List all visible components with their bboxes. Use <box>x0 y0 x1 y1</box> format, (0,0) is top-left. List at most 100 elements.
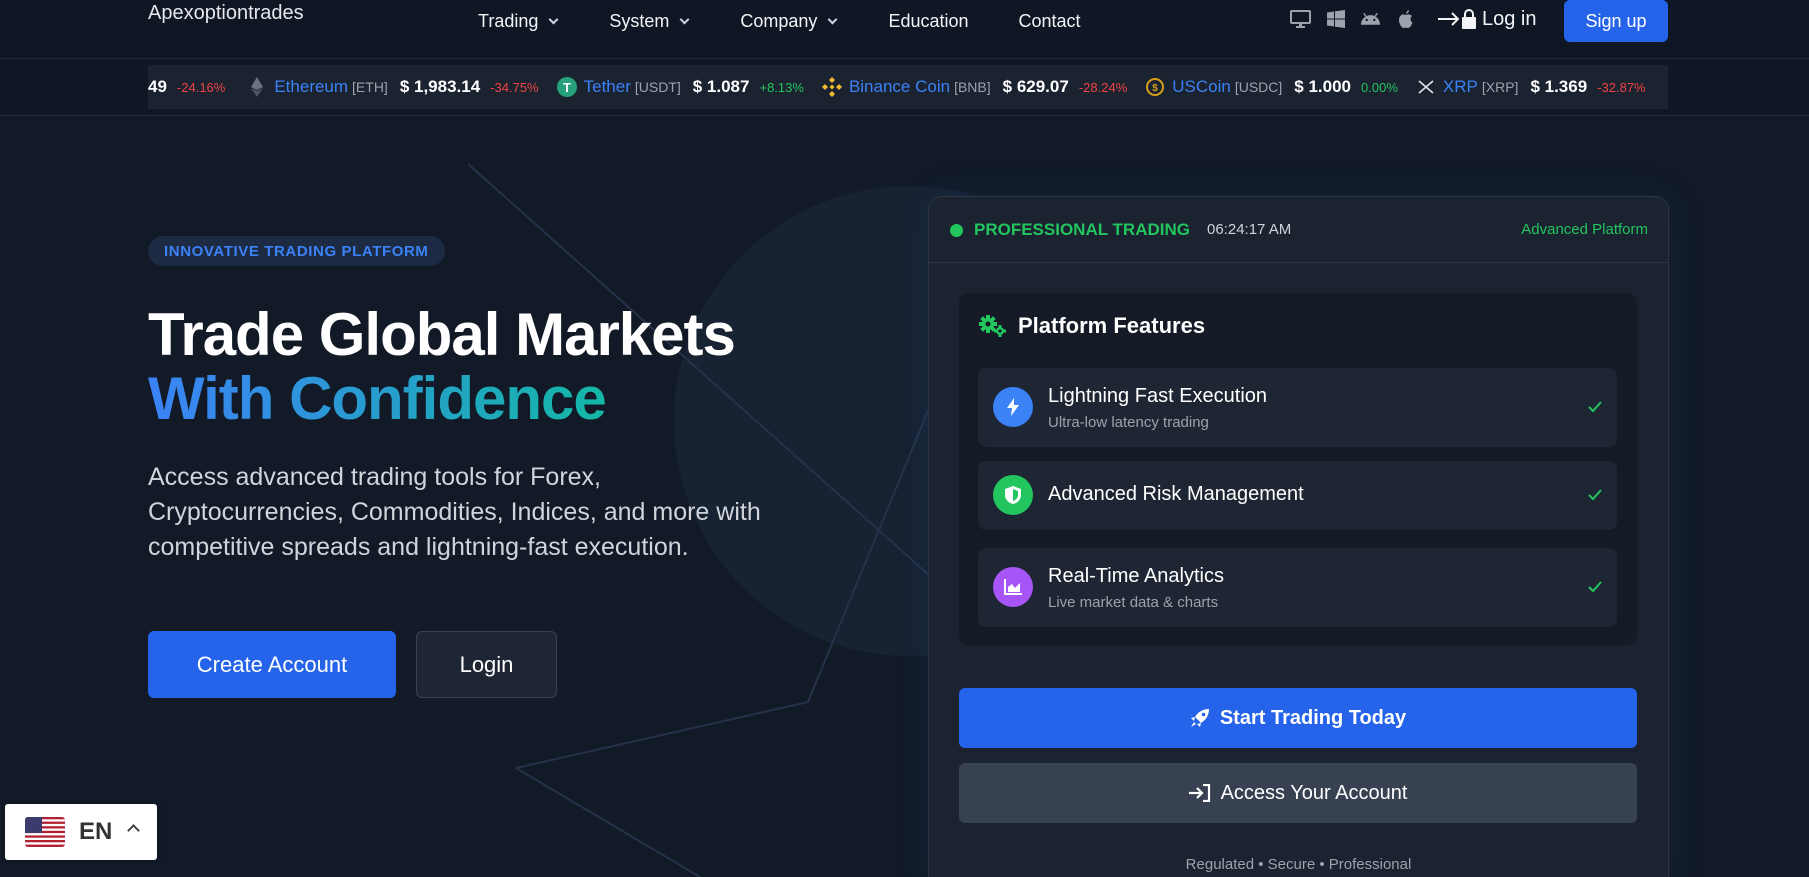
nav-education[interactable]: Education <box>888 10 968 32</box>
ticker-item[interactable]: $ USCoin [USDC] $ 1.000 0.00% <box>1145 77 1398 97</box>
ticker-item[interactable]: T Tether [USDT] $ 1.087 +8.13% <box>556 77 804 97</box>
desktop-icon[interactable] <box>1290 9 1311 29</box>
access-account-label: Access Your Account <box>1220 781 1408 804</box>
feature-subtitle: Live market data & charts <box>1048 594 1219 611</box>
sign-in-icon <box>1438 9 1476 29</box>
nav-education-label: Education <box>888 10 969 31</box>
android-icon[interactable] <box>1360 9 1381 29</box>
access-account-button[interactable]: Access Your Account <box>959 763 1637 823</box>
feature-item: Advanced Risk Management <box>978 461 1617 530</box>
ticker-name: Tether <box>583 77 631 96</box>
ticker-name: XRP <box>1442 77 1478 96</box>
status-dot <box>950 224 963 237</box>
chevron-down-icon <box>679 14 690 24</box>
ticker-symbol: [ETH] <box>352 79 388 95</box>
ticker-item[interactable]: Binance Coin [BNB] $ 629.07 -28.24% <box>821 77 1128 97</box>
ethereum-icon <box>247 77 267 97</box>
lightning-icon <box>993 387 1033 427</box>
ticker-change: +8.13% <box>759 79 804 95</box>
language-selector[interactable]: EN <box>5 804 157 860</box>
ticker-item[interactable]: 49 -24.16% <box>148 77 225 97</box>
binance-icon <box>821 77 842 97</box>
nav-company[interactable]: Company <box>740 10 838 32</box>
ticker-name: USCoin <box>1172 77 1231 96</box>
features-title: Platform Features <box>1018 313 1206 338</box>
clock-time: 06:24:17 AM <box>1207 221 1292 238</box>
chevron-down-icon <box>548 14 559 24</box>
shield-icon <box>993 475 1033 515</box>
rocket-icon <box>1190 709 1209 727</box>
ticker-price: $ 1.000 <box>1294 77 1352 96</box>
ticker-price: $ 629.07 <box>1002 77 1069 96</box>
feature-item: Lightning Fast Execution Ultra-low laten… <box>978 368 1617 447</box>
feature-title: Lightning Fast Execution <box>1048 385 1268 407</box>
svg-text:$: $ <box>1152 83 1158 94</box>
start-trading-button[interactable]: Start Trading Today <box>959 688 1637 748</box>
card-header: PROFESSIONAL TRADING 06:24:17 AM Advance… <box>929 197 1668 263</box>
ticker-symbol: [XRP] <box>1481 79 1519 95</box>
login-button[interactable]: Login <box>416 631 557 698</box>
ticker-change: 0.00% <box>1361 79 1398 95</box>
apple-icon[interactable] <box>1395 9 1416 29</box>
nav-system[interactable]: System <box>609 10 690 32</box>
features-heading: Platform Features <box>978 313 1205 339</box>
top-header: Apexoptiontrades Trading System Company … <box>0 0 1809 59</box>
nav-company-label: Company <box>740 10 818 31</box>
windows-icon[interactable] <box>1325 9 1346 29</box>
nav-system-label: System <box>609 10 670 31</box>
ticker-item[interactable]: XRP [XRP] $ 1.369 -32.87% <box>1416 77 1646 97</box>
platform-icons <box>1290 9 1416 29</box>
nav-contact[interactable]: Contact <box>1019 10 1081 32</box>
usdc-icon: $ <box>1145 77 1165 97</box>
sign-in-icon <box>1188 784 1210 802</box>
ticker-change: -34.75% <box>490 79 539 95</box>
tether-icon: T <box>556 77 577 97</box>
feature-title: Real-Time Analytics <box>1048 565 1224 587</box>
main-nav: Trading System Company Education Contact <box>478 10 1081 32</box>
login-link-label: Log in <box>1482 7 1537 30</box>
svg-text:T: T <box>563 80 571 95</box>
ticker-symbol: [USDC] <box>1234 79 1283 95</box>
check-icon <box>1588 581 1602 593</box>
card-footnote: Regulated • Secure • Professional <box>1185 856 1412 873</box>
ticker-symbol: [USDT] <box>634 79 681 95</box>
crypto-ticker: 49 -24.16% Ethereum [ETH] $ 1,983.14 -34… <box>148 65 1668 109</box>
language-code: EN <box>79 818 113 845</box>
hero-description: Access advanced trading tools for Forex,… <box>148 463 761 561</box>
feature-item: Real-Time Analytics Live market data & c… <box>978 548 1617 627</box>
ticker-item[interactable]: Ethereum [ETH] $ 1,983.14 -34.75% <box>247 77 539 97</box>
ticker-change: -32.87% <box>1597 79 1646 95</box>
nav-trading[interactable]: Trading <box>478 10 559 32</box>
create-account-button[interactable]: Create Account <box>148 631 396 698</box>
status-label: PROFESSIONAL TRADING <box>974 220 1190 239</box>
ticker-price: $ 1,983.14 <box>399 77 481 96</box>
us-flag-icon <box>25 817 65 847</box>
ticker-name: Binance Coin <box>848 77 951 96</box>
crypto-ticker-bar: 49 -24.16% Ethereum [ETH] $ 1,983.14 -34… <box>0 59 1809 116</box>
check-icon <box>1588 489 1602 501</box>
cogs-icon <box>979 315 1006 337</box>
platform-tag: Advanced Platform <box>1521 221 1648 238</box>
features-panel: Platform Features Lightning Fast Executi… <box>959 293 1637 645</box>
ticker-change: -28.24% <box>1078 79 1128 95</box>
hero-badge: INNOVATIVE TRADING PLATFORM <box>148 236 445 266</box>
ticker-price: $ 1.369 <box>1530 77 1588 96</box>
ticker-change: -24.16% <box>176 79 226 95</box>
login-link[interactable]: Log in <box>1438 7 1537 31</box>
hero-title-line2: With Confidence <box>148 365 607 432</box>
check-icon <box>1588 401 1602 413</box>
trading-card: PROFESSIONAL TRADING 06:24:17 AM Advance… <box>928 196 1669 877</box>
nav-trading-label: Trading <box>478 10 539 31</box>
ticker-name: Ethereum <box>274 77 349 96</box>
xrp-icon <box>1416 77 1436 97</box>
nav-contact-label: Contact <box>1018 10 1081 31</box>
feature-title: Advanced Risk Management <box>1048 483 1304 505</box>
hero-title-line1: Trade Global Markets <box>148 301 736 368</box>
signup-button[interactable]: Sign up <box>1564 0 1668 42</box>
ticker-price: $ 1.087 <box>692 77 750 96</box>
site-logo[interactable]: Apexoptiontrades <box>148 2 304 25</box>
ticker-price: 49 <box>148 77 167 96</box>
feature-subtitle: Ultra-low latency trading <box>1048 414 1209 431</box>
chevron-down-icon <box>827 14 838 24</box>
ticker-symbol: [BNB] <box>954 79 991 95</box>
